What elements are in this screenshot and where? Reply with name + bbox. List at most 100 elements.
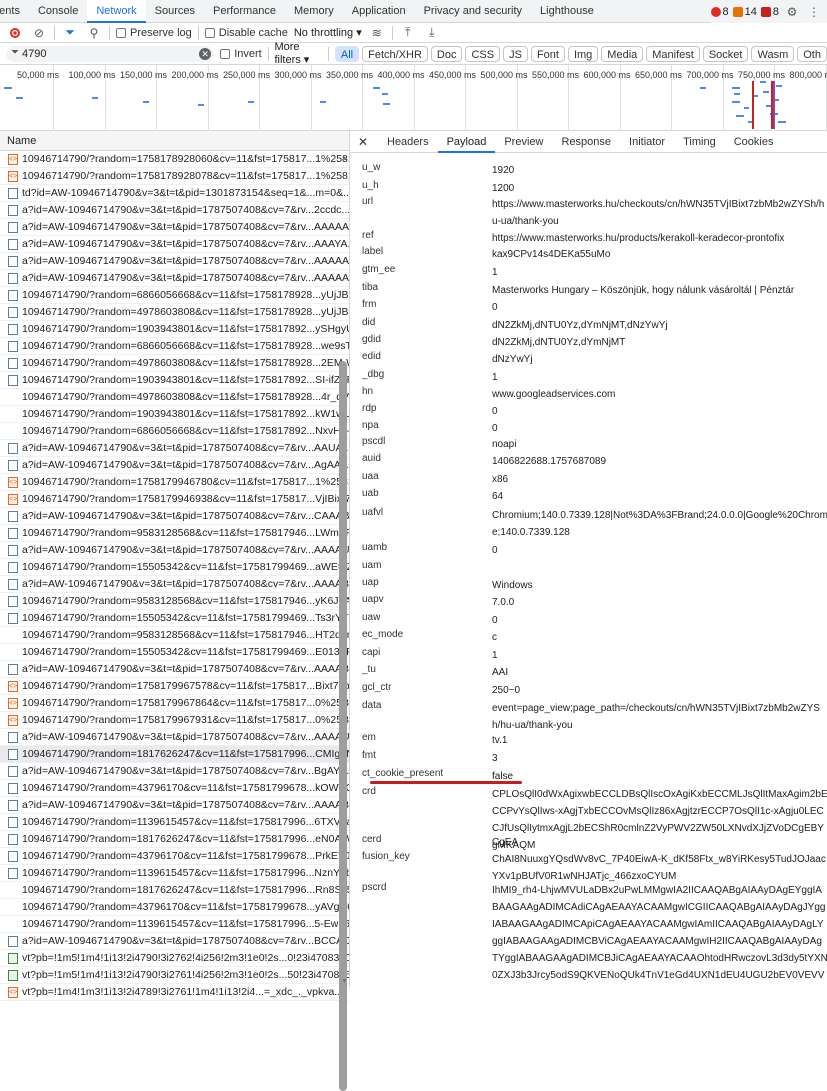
- request-row[interactable]: 10946714790/?random=15505342&cv=11&fst=1…: [0, 559, 349, 576]
- scroll-down-arrow[interactable]: ▼: [341, 978, 348, 985]
- request-row[interactable]: 10946714790/?random=15505342&cv=11&fst=1…: [0, 610, 349, 627]
- tab-ments[interactable]: ments: [0, 0, 29, 23]
- issue-count[interactable]: 8: [761, 6, 779, 18]
- request-row[interactable]: 10946714790/?random=9583128568&cv=11&fst…: [0, 593, 349, 610]
- request-row[interactable]: a?id=AW-10946714790&v=3&t=t&pid=17875074…: [0, 763, 349, 780]
- throttling-select[interactable]: No throttling ▾: [294, 26, 362, 39]
- request-row[interactable]: a?id=AW-10946714790&v=3&t=t&pid=17875074…: [0, 440, 349, 457]
- request-row[interactable]: a?id=AW-10946714790&v=3&t=t&pid=17875074…: [0, 729, 349, 746]
- filter-manifest[interactable]: Manifest: [646, 46, 700, 62]
- request-row[interactable]: a?id=AW-10946714790&v=3&t=t&pid=17875074…: [0, 202, 349, 219]
- tab-lighthouse[interactable]: Lighthouse: [531, 0, 603, 23]
- export-icon[interactable]: ⤓: [423, 24, 441, 42]
- filter-font[interactable]: Font: [531, 46, 565, 62]
- filter-fetch-xhr[interactable]: Fetch/XHR: [362, 46, 428, 62]
- request-row[interactable]: 10946714790/?random=1758179946938&cv=11&…: [0, 491, 349, 508]
- request-row[interactable]: a?id=AW-10946714790&v=3&t=t&pid=17875074…: [0, 236, 349, 253]
- details-tab-timing[interactable]: Timing: [674, 131, 725, 153]
- request-row[interactable]: a?id=AW-10946714790&v=3&t=t&pid=17875074…: [0, 253, 349, 270]
- request-row[interactable]: a?id=AW-10946714790&v=3&t=t&pid=17875074…: [0, 542, 349, 559]
- filter-js[interactable]: JS: [503, 46, 528, 62]
- console-counts[interactable]: 8 14 8 ⚙ ⋮: [711, 0, 827, 23]
- request-row[interactable]: a?id=AW-10946714790&v=3&t=t&pid=17875074…: [0, 661, 349, 678]
- filter-css[interactable]: CSS: [465, 46, 500, 62]
- details-tab-preview[interactable]: Preview: [495, 131, 552, 153]
- error-count[interactable]: 8: [711, 6, 729, 18]
- clear-icon[interactable]: ⊘: [30, 24, 48, 42]
- request-row[interactable]: 10946714790/?random=1758179967578&cv=11&…: [0, 678, 349, 695]
- network-overview[interactable]: 50,000 ms100,000 ms150,000 ms200,000 ms2…: [0, 65, 827, 131]
- close-icon[interactable]: ✕: [358, 135, 378, 149]
- tab-console[interactable]: Console: [29, 0, 87, 23]
- filter-media[interactable]: Media: [601, 46, 643, 62]
- request-row[interactable]: 10946714790/?random=6866056668&cv=11&fst…: [0, 287, 349, 304]
- request-row[interactable]: vt?pb=!1m5!1m4!1i13!2i4790!3i2762!4i256!…: [0, 950, 349, 967]
- filter-socket[interactable]: Socket: [703, 46, 749, 62]
- tab-network[interactable]: Network: [87, 0, 145, 23]
- request-row[interactable]: 10946714790/?random=1817626247&cv=11&fst…: [0, 882, 349, 899]
- search-icon[interactable]: ⚲: [85, 24, 103, 42]
- import-icon[interactable]: ⤒: [399, 24, 417, 42]
- request-row[interactable]: 10946714790/?random=1758179946780&cv=11&…: [0, 474, 349, 491]
- request-row[interactable]: 10946714790/?random=1903943801&cv=11&fst…: [0, 321, 349, 338]
- request-row[interactable]: 10946714790/?random=1758178928060&cv=11&…: [0, 151, 349, 168]
- request-row[interactable]: 10946714790/?random=15505342&cv=11&fst=1…: [0, 644, 349, 661]
- request-row[interactable]: 10946714790/?random=1817626247&cv=11&fst…: [0, 746, 349, 763]
- filter-oth[interactable]: Oth: [797, 46, 827, 62]
- filter-wasm[interactable]: Wasm: [751, 46, 794, 62]
- tab-privacy-and-security[interactable]: Privacy and security: [415, 0, 531, 23]
- request-row[interactable]: td?id=AW-10946714790&v=3&t=t&pid=1301873…: [0, 185, 349, 202]
- clear-filter-icon[interactable]: ✕: [199, 48, 211, 60]
- record-icon[interactable]: [6, 24, 24, 42]
- request-row[interactable]: a?id=AW-10946714790&v=3&t=t&pid=17875074…: [0, 933, 349, 950]
- request-row[interactable]: 10946714790/?random=6866056668&cv=11&fst…: [0, 423, 349, 440]
- invert-checkbox[interactable]: Invert: [220, 48, 262, 60]
- request-row[interactable]: a?id=AW-10946714790&v=3&t=t&pid=17875074…: [0, 508, 349, 525]
- filter-all[interactable]: All: [335, 46, 359, 62]
- more-options-icon[interactable]: ⋮: [805, 3, 823, 21]
- name-column-header[interactable]: Name: [0, 131, 349, 151]
- request-row[interactable]: a?id=AW-10946714790&v=3&t=t&pid=17875074…: [0, 457, 349, 474]
- request-row[interactable]: 10946714790/?random=1139615457&cv=11&fst…: [0, 916, 349, 933]
- filter-doc[interactable]: Doc: [431, 46, 463, 62]
- request-row[interactable]: 10946714790/?random=6866056668&cv=11&fst…: [0, 338, 349, 355]
- tab-memory[interactable]: Memory: [285, 0, 343, 23]
- request-row[interactable]: 10946714790/?random=1758179967864&cv=11&…: [0, 695, 349, 712]
- request-row[interactable]: a?id=AW-10946714790&v=3&t=t&pid=17875074…: [0, 219, 349, 236]
- details-tab-headers[interactable]: Headers: [378, 131, 438, 153]
- tab-performance[interactable]: Performance: [204, 0, 285, 23]
- disable-cache-checkbox[interactable]: Disable cache: [205, 27, 288, 39]
- request-row[interactable]: 10946714790/?random=4978603808&cv=11&fst…: [0, 355, 349, 372]
- request-row[interactable]: a?id=AW-10946714790&v=3&t=t&pid=17875074…: [0, 270, 349, 287]
- request-row[interactable]: 10946714790/?random=9583128568&cv=11&fst…: [0, 627, 349, 644]
- request-row[interactable]: 10946714790/?random=4978603808&cv=11&fst…: [0, 389, 349, 406]
- network-conditions-icon[interactable]: ≋: [368, 24, 386, 42]
- request-row[interactable]: a?id=AW-10946714790&v=3&t=t&pid=17875074…: [0, 797, 349, 814]
- request-row[interactable]: 10946714790/?random=43796170&cv=11&fst=1…: [0, 899, 349, 916]
- filter-icon[interactable]: ⏷: [61, 24, 79, 42]
- request-row[interactable]: 10946714790/?random=1139615457&cv=11&fst…: [0, 814, 349, 831]
- request-row[interactable]: 10946714790/?random=1758179967931&cv=11&…: [0, 712, 349, 729]
- details-tab-response[interactable]: Response: [552, 131, 620, 153]
- warning-count[interactable]: 14: [733, 6, 757, 18]
- request-row[interactable]: 10946714790/?random=1903943801&cv=11&fst…: [0, 372, 349, 389]
- details-tab-initiator[interactable]: Initiator: [620, 131, 674, 153]
- settings-gear-icon[interactable]: ⚙: [783, 3, 801, 21]
- details-tab-payload[interactable]: Payload: [438, 131, 496, 153]
- request-row[interactable]: 10946714790/?random=1903943801&cv=11&fst…: [0, 406, 349, 423]
- request-row[interactable]: 10946714790/?random=1817626247&cv=11&fst…: [0, 831, 349, 848]
- request-row[interactable]: vt?pb=!1m5!1m4!1i13!2i4790!3i2761!4i256!…: [0, 967, 349, 984]
- request-row[interactable]: 10946714790/?random=43796170&cv=11&fst=1…: [0, 848, 349, 865]
- request-row[interactable]: 10946714790/?random=4978603808&cv=11&fst…: [0, 304, 349, 321]
- filter-input[interactable]: ⏷ 4790 ✕: [6, 46, 214, 62]
- tab-application[interactable]: Application: [343, 0, 415, 23]
- tab-sources[interactable]: Sources: [146, 0, 204, 23]
- details-tab-cookies[interactable]: Cookies: [725, 131, 783, 153]
- filter-img[interactable]: Img: [568, 46, 598, 62]
- request-row[interactable]: 10946714790/?random=9583128568&cv=11&fst…: [0, 525, 349, 542]
- preserve-log-checkbox[interactable]: Preserve log: [116, 27, 192, 39]
- scroll-up-arrow[interactable]: ▲: [341, 155, 348, 162]
- request-row[interactable]: 10946714790/?random=1139615457&cv=11&fst…: [0, 865, 349, 882]
- request-row[interactable]: a?id=AW-10946714790&v=3&t=t&pid=17875074…: [0, 576, 349, 593]
- more-filters-dropdown[interactable]: More filters ▾: [274, 41, 322, 66]
